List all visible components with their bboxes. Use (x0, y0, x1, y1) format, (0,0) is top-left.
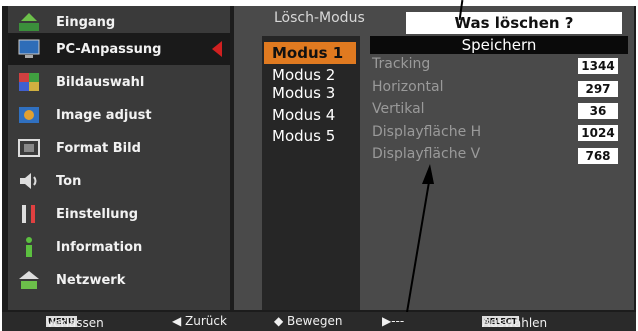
param-value-vertikal: 36 (578, 103, 618, 119)
param-label-display-v: Displayfläche V (372, 146, 481, 162)
mode-list: Modus 1 Modus 2 Modus 3 Modus 4 Modus 5 (262, 36, 360, 310)
mode-item-1[interactable]: Modus 1 (264, 42, 356, 64)
help-bar: MENU Verlassen ◀ Zurück ◆ Bewegen ▶--- S… (2, 312, 636, 331)
mode-item-5[interactable]: Modus 5 (272, 127, 335, 145)
sidebar-item-netzwerk[interactable]: Netzwerk (8, 264, 230, 296)
sidebar-item-label: Format Bild (56, 140, 141, 156)
prompt-box: Was löschen ? (406, 12, 622, 34)
next-label: ▶--- (382, 314, 405, 328)
tools-icon (16, 202, 42, 226)
sidebar-item-einstellung[interactable]: Einstellung (8, 198, 230, 230)
sidebar-item-label: Bildauswahl (56, 74, 145, 90)
param-value-display-h: 1024 (578, 125, 618, 141)
sidebar-item-label: Image adjust (56, 107, 152, 123)
param-value-horizontal: 297 (578, 81, 618, 97)
mode-item-2[interactable]: Modus 2 (272, 66, 335, 84)
sidebar-item-information[interactable]: Information (8, 231, 230, 263)
sidebar-item-label: Netzwerk (56, 272, 126, 288)
sidebar-item-image-adjust[interactable]: Image adjust (8, 99, 230, 131)
sidebar-item-bildauswahl[interactable]: Bildauswahl (8, 66, 230, 98)
param-label-tracking: Tracking (372, 56, 431, 72)
image-select-icon (16, 70, 42, 94)
selection-pointer-icon (212, 41, 222, 57)
projector-osd: Eingang PC-Anpassung Bildauswahl Image a… (2, 6, 636, 322)
sidebar-menu: Eingang PC-Anpassung Bildauswahl Image a… (8, 6, 230, 310)
speaker-icon (16, 169, 42, 193)
select-label: Auswählen (482, 316, 548, 330)
mode-item-3[interactable]: Modus 3 (272, 84, 335, 102)
monitor-icon (16, 37, 42, 61)
exit-label: Verlassen (46, 316, 104, 330)
sidebar-item-label: Eingang (56, 14, 116, 30)
sidebar-item-label: Ton (56, 173, 82, 189)
image-adjust-icon (16, 103, 42, 127)
param-value-tracking: 1344 (578, 58, 618, 74)
screen-format-icon (16, 136, 42, 160)
network-icon (16, 268, 42, 292)
sidebar-item-label: Information (56, 239, 143, 255)
store-header: Speichern (370, 36, 628, 54)
mode-item-4[interactable]: Modus 4 (272, 106, 335, 124)
annotation-arrow (403, 164, 434, 330)
info-icon (16, 235, 42, 259)
sidebar-item-ton[interactable]: Ton (8, 165, 230, 197)
back-label: ◀ Zurück (172, 314, 227, 328)
param-label-vertikal: Vertikal (372, 101, 425, 117)
input-icon (16, 10, 42, 34)
sidebar-item-label: Einstellung (56, 206, 139, 222)
param-value-display-v: 768 (578, 148, 618, 164)
sidebar-item-pc-anpassung[interactable]: PC-Anpassung (8, 33, 230, 65)
sidebar-item-format-bild[interactable]: Format Bild (8, 132, 230, 164)
param-label-horizontal: Horizontal (372, 79, 444, 95)
move-label: ◆ Bewegen (274, 314, 343, 328)
panel-title: Lösch-Modus (274, 10, 365, 26)
sidebar-item-label: PC-Anpassung (56, 41, 162, 57)
param-label-display-h: Displayfläche H (372, 124, 482, 140)
